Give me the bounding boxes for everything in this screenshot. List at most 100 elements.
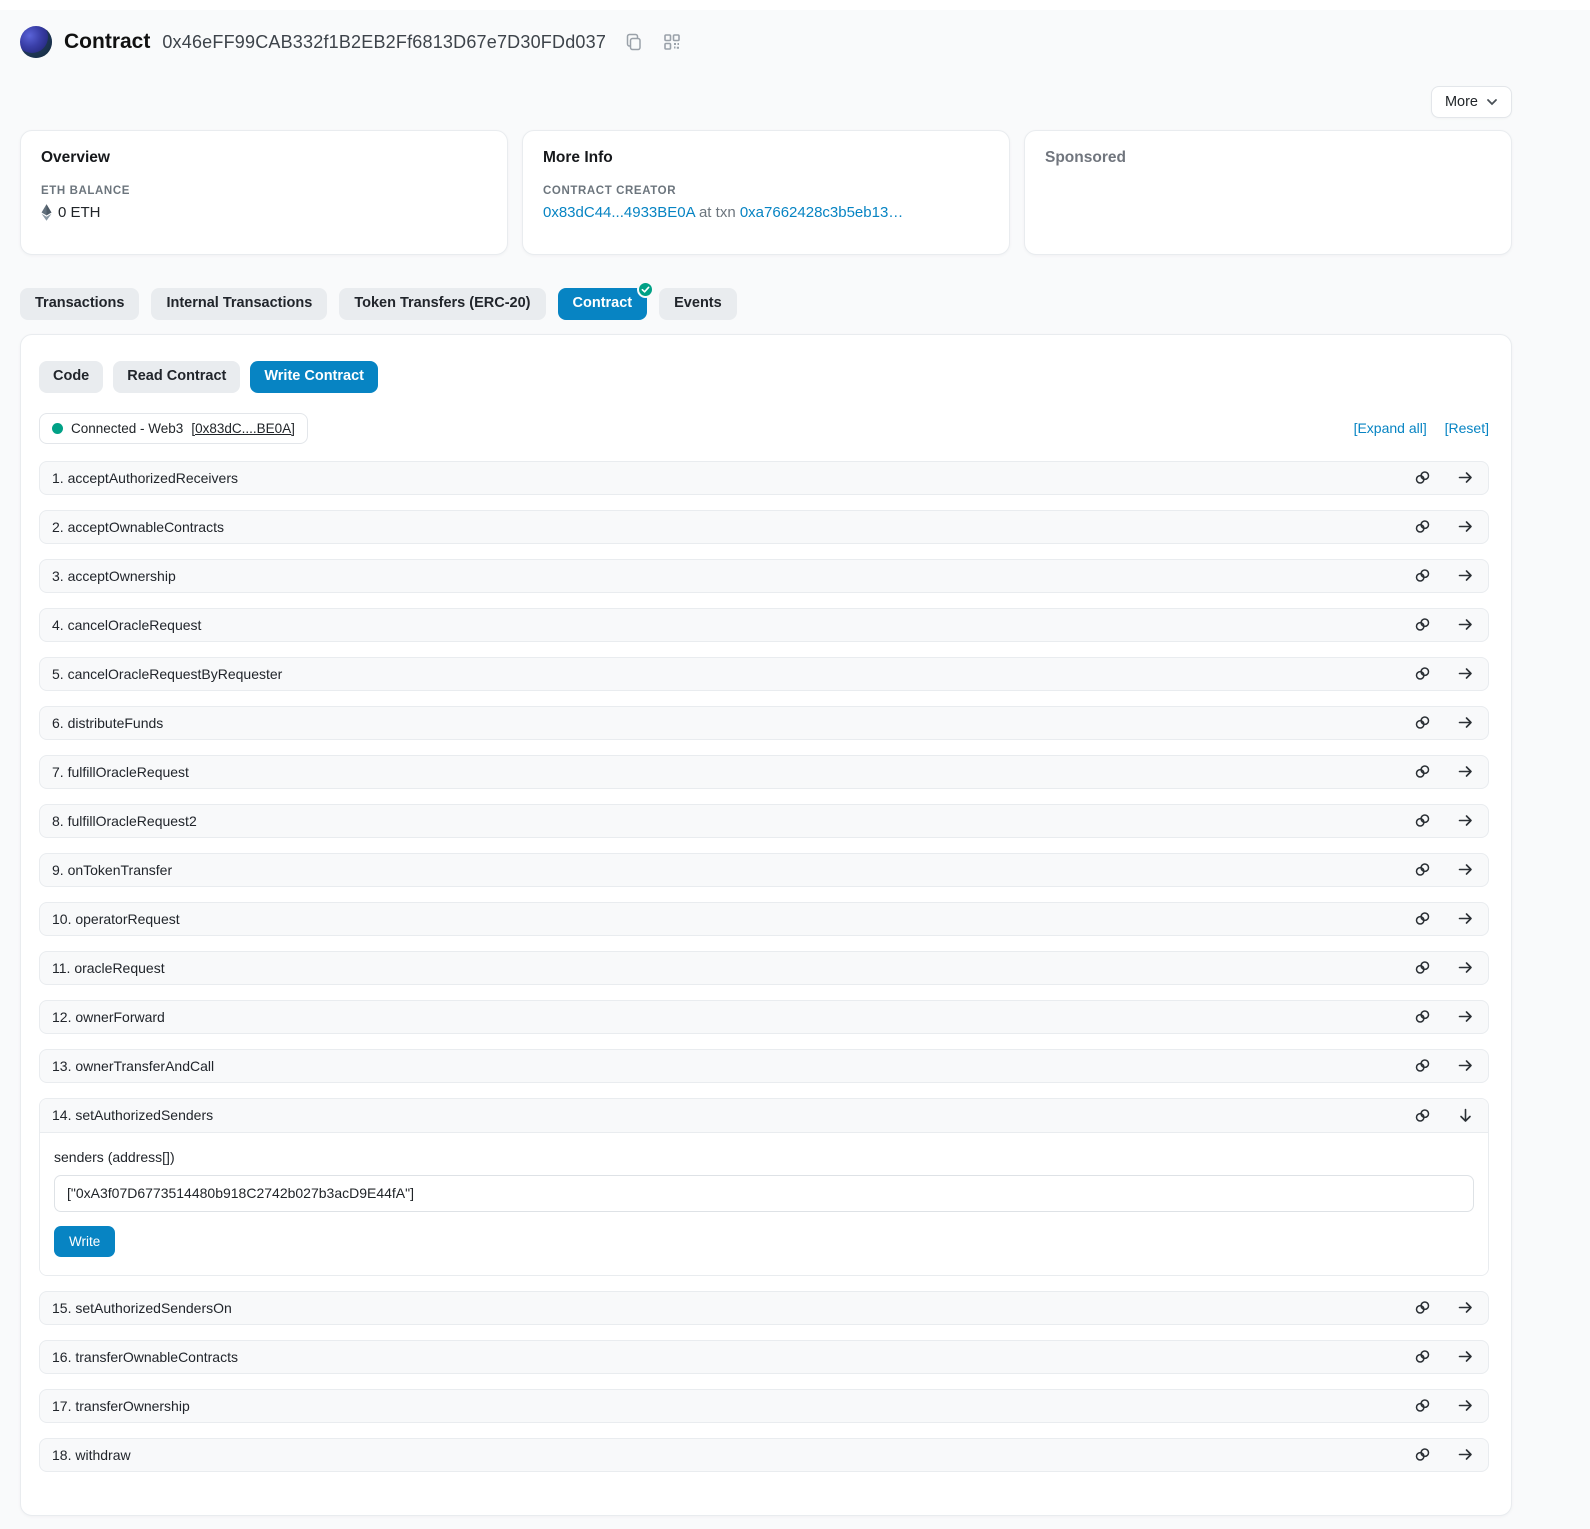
- function-row[interactable]: 11. oracleRequest: [39, 951, 1489, 985]
- write-button[interactable]: Write: [54, 1226, 115, 1257]
- creator-address-link[interactable]: 0x83dC44...4933BE0A: [543, 204, 695, 221]
- expand-arrow-icon[interactable]: [1457, 714, 1474, 731]
- tab-internal-transactions[interactable]: Internal Transactions: [151, 288, 327, 320]
- sponsored-title: Sponsored: [1045, 149, 1491, 167]
- function-row[interactable]: 14. setAuthorizedSenders: [40, 1099, 1488, 1133]
- contract-panel: Code Read Contract Write Contract Connec…: [20, 334, 1512, 1516]
- permalink-icon[interactable]: [1414, 763, 1431, 780]
- tab-token-transfers[interactable]: Token Transfers (ERC-20): [339, 288, 545, 320]
- subtab-code[interactable]: Code: [39, 361, 103, 393]
- function-row[interactable]: 18. withdraw: [39, 1438, 1489, 1472]
- expand-arrow-icon[interactable]: [1457, 616, 1474, 633]
- function-row[interactable]: 13. ownerTransferAndCall: [39, 1049, 1489, 1083]
- expand-arrow-icon[interactable]: [1457, 665, 1474, 682]
- creation-txn-link[interactable]: 0xa7662428c3b5eb13…: [740, 204, 903, 221]
- more-button[interactable]: More: [1431, 86, 1512, 118]
- permalink-icon[interactable]: [1414, 518, 1431, 535]
- contract-address: 0x46eFF99CAB332f1B2EB2Ff6813D67e7D30FDd0…: [162, 32, 606, 53]
- eth-balance-value: 0 ETH: [58, 204, 101, 221]
- expand-arrow-icon[interactable]: [1457, 763, 1474, 780]
- function-label: 17. transferOwnership: [52, 1398, 190, 1414]
- expand-arrow-icon[interactable]: [1457, 861, 1474, 878]
- subtab-write-contract[interactable]: Write Contract: [250, 361, 378, 393]
- function-label: 13. ownerTransferAndCall: [52, 1058, 214, 1074]
- function-label: 11. oracleRequest: [52, 960, 165, 976]
- expand-arrow-icon[interactable]: [1457, 518, 1474, 535]
- function-list: 1. acceptAuthorizedReceivers 2. acceptOw…: [39, 461, 1489, 1472]
- permalink-icon[interactable]: [1414, 861, 1431, 878]
- function-row[interactable]: 7. fulfillOracleRequest: [39, 755, 1489, 789]
- address-tabs: Transactions Internal Transactions Token…: [20, 288, 1512, 320]
- function-label: 12. ownerForward: [52, 1009, 165, 1025]
- tab-events[interactable]: Events: [659, 288, 737, 320]
- expand-arrow-icon[interactable]: [1457, 1057, 1474, 1074]
- expand-arrow-icon[interactable]: [1457, 469, 1474, 486]
- function-row[interactable]: 9. onTokenTransfer: [39, 853, 1489, 887]
- function-row[interactable]: 17. transferOwnership: [39, 1389, 1489, 1423]
- subtab-read-contract[interactable]: Read Contract: [113, 361, 240, 393]
- permalink-icon[interactable]: [1414, 714, 1431, 731]
- function-row[interactable]: 10. operatorRequest: [39, 902, 1489, 936]
- collapse-arrow-icon[interactable]: [1457, 1107, 1474, 1124]
- function-row[interactable]: 3. acceptOwnership: [39, 559, 1489, 593]
- function-row[interactable]: 2. acceptOwnableContracts: [39, 510, 1489, 544]
- function-label: 9. onTokenTransfer: [52, 862, 172, 878]
- reset-link[interactable]: [Reset]: [1445, 420, 1489, 436]
- expand-all-link[interactable]: [Expand all]: [1354, 420, 1427, 436]
- function-label: 16. transferOwnableContracts: [52, 1349, 238, 1365]
- permalink-icon[interactable]: [1414, 812, 1431, 829]
- expand-arrow-icon[interactable]: [1457, 1348, 1474, 1365]
- permalink-icon[interactable]: [1414, 1299, 1431, 1316]
- function-row[interactable]: 12. ownerForward: [39, 1000, 1489, 1034]
- function-row[interactable]: 8. fulfillOracleRequest2: [39, 804, 1489, 838]
- permalink-icon[interactable]: [1414, 910, 1431, 927]
- expand-arrow-icon[interactable]: [1457, 812, 1474, 829]
- permalink-icon[interactable]: [1414, 616, 1431, 633]
- expand-arrow-icon[interactable]: [1457, 1446, 1474, 1463]
- expand-arrow-icon[interactable]: [1457, 1299, 1474, 1316]
- expand-arrow-icon[interactable]: [1457, 910, 1474, 927]
- contract-creator-label: CONTRACT CREATOR: [543, 185, 989, 197]
- copy-icon[interactable]: [624, 32, 644, 52]
- permalink-icon[interactable]: [1414, 1397, 1431, 1414]
- chevron-down-icon: [1486, 96, 1498, 108]
- expand-arrow-icon[interactable]: [1457, 1397, 1474, 1414]
- function-label: 4. cancelOracleRequest: [52, 617, 201, 633]
- function-row[interactable]: 6. distributeFunds: [39, 706, 1489, 740]
- connected-wallet-link[interactable]: [0x83dC....BE0A]: [191, 421, 295, 436]
- qr-code-icon[interactable]: [662, 32, 682, 52]
- function-label: 1. acceptAuthorizedReceivers: [52, 470, 238, 486]
- function-label: 2. acceptOwnableContracts: [52, 519, 224, 535]
- eth-balance-label: ETH BALANCE: [41, 185, 487, 197]
- permalink-icon[interactable]: [1414, 567, 1431, 584]
- function-param-input[interactable]: [54, 1175, 1474, 1212]
- info-cards: Overview ETH BALANCE 0 ETH More Info CON…: [20, 130, 1512, 255]
- function-row[interactable]: 16. transferOwnableContracts: [39, 1340, 1489, 1374]
- permalink-icon[interactable]: [1414, 469, 1431, 486]
- permalink-icon[interactable]: [1414, 1008, 1431, 1025]
- tab-transactions[interactable]: Transactions: [20, 288, 139, 320]
- function-row[interactable]: 5. cancelOracleRequestByRequester: [39, 657, 1489, 691]
- permalink-icon[interactable]: [1414, 1057, 1431, 1074]
- permalink-icon[interactable]: [1414, 1107, 1431, 1124]
- permalink-icon[interactable]: [1414, 665, 1431, 682]
- function-row[interactable]: 4. cancelOracleRequest: [39, 608, 1489, 642]
- more-info-title: More Info: [543, 149, 989, 167]
- more-button-label: More: [1445, 94, 1478, 110]
- expand-arrow-icon[interactable]: [1457, 959, 1474, 976]
- overview-title: Overview: [41, 149, 487, 167]
- permalink-icon[interactable]: [1414, 1446, 1431, 1463]
- function-label: 10. operatorRequest: [52, 911, 180, 927]
- overview-card: Overview ETH BALANCE 0 ETH: [20, 130, 508, 255]
- function-param-label: senders (address[]): [54, 1149, 1474, 1165]
- function-row[interactable]: 15. setAuthorizedSendersOn: [39, 1291, 1489, 1325]
- function-label: 8. fulfillOracleRequest2: [52, 813, 197, 829]
- tab-contract[interactable]: Contract: [558, 288, 648, 320]
- expand-arrow-icon[interactable]: [1457, 567, 1474, 584]
- function-label: 5. cancelOracleRequestByRequester: [52, 666, 282, 682]
- function-row[interactable]: 1. acceptAuthorizedReceivers: [39, 461, 1489, 495]
- function-label: 14. setAuthorizedSenders: [52, 1107, 213, 1123]
- permalink-icon[interactable]: [1414, 959, 1431, 976]
- permalink-icon[interactable]: [1414, 1348, 1431, 1365]
- expand-arrow-icon[interactable]: [1457, 1008, 1474, 1025]
